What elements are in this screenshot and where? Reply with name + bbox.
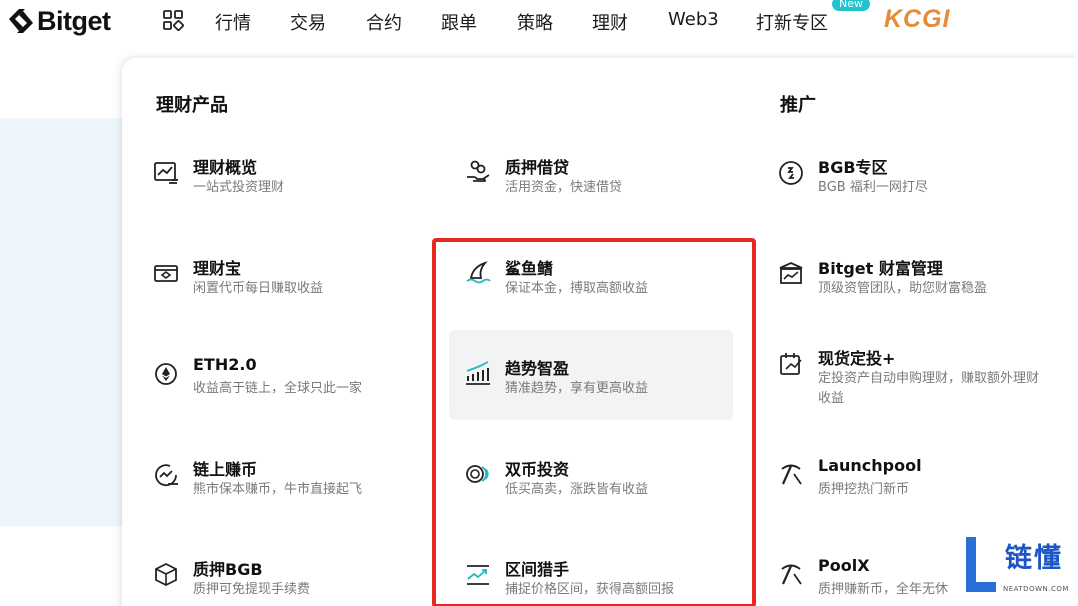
item-desc: 低买高卖，涨跌皆有收益 — [505, 482, 649, 497]
watermark: 链懂 NEATDOWN.COM — [963, 534, 1078, 606]
nav-item-trade[interactable]: 交易 — [290, 9, 326, 35]
item-title: 区间猎手 — [505, 560, 570, 579]
item-desc: 猜准趋势，享有更高收益 — [505, 381, 649, 396]
menu-item-range-hunter[interactable]: 区间猎手 捕捉价格区间，获得高额回报 — [464, 556, 754, 606]
menu-item-trend-earn[interactable]: 趋势智盈 猜准趋势，享有更高收益 — [464, 355, 754, 425]
item-title: PoolX — [818, 556, 870, 575]
watermark-text: 链懂 — [1005, 543, 1063, 574]
item-title: 质押借贷 — [505, 158, 570, 177]
menu-item-crypto-loan[interactable]: 质押借贷 活用资金，快速借贷 — [464, 154, 754, 224]
new-badge: New — [832, 0, 870, 11]
onchain-earn-icon — [152, 460, 180, 488]
apps-grid-icon[interactable] — [162, 9, 184, 31]
trend-bars-icon — [464, 359, 492, 387]
item-desc: 质押赚新币，全年无休 — [818, 582, 949, 597]
nav-item-strategy[interactable]: 策略 — [517, 9, 553, 35]
item-desc: 收益高于链上，全球只此一家 — [193, 381, 363, 396]
nav-item-earn[interactable]: 理财 — [592, 9, 628, 35]
bitget-logo-icon — [9, 9, 33, 33]
item-desc: 定投资产自动申购理财，赚取额外理财收益 — [818, 371, 1040, 406]
item-title: Bitget 财富管理 — [818, 259, 943, 278]
stake-cube-icon — [152, 560, 180, 588]
item-title: 质押BGB — [193, 560, 263, 579]
menu-item-onchain-earn[interactable]: 链上赚币 熊市保本赚币，牛市直接起飞 — [152, 456, 442, 526]
item-title: BGB专区 — [818, 158, 888, 177]
nav-item-launchpad[interactable]: 打新专区 — [756, 9, 828, 35]
column-title-promotion: 推广 — [780, 95, 816, 116]
item-desc: BGB 福利一网打尽 — [818, 180, 928, 195]
item-desc: 保证本金，搏取高额收益 — [505, 281, 649, 296]
item-desc: 活用资金，快速借贷 — [505, 180, 623, 195]
item-title: Launchpool — [818, 456, 922, 475]
nav-item-market[interactable]: 行情 — [215, 9, 251, 35]
chart-board-icon — [152, 158, 180, 186]
bgb-swap-icon — [777, 158, 805, 186]
item-title: 理财宝 — [193, 259, 242, 278]
pickaxe-icon — [777, 560, 805, 588]
item-desc: 闲置代币每日赚取收益 — [193, 281, 324, 296]
menu-item-launchpool[interactable]: Launchpool 质押挖热门新币 — [777, 456, 1067, 526]
item-title: 趋势智盈 — [505, 359, 570, 378]
watermark-url: NEATDOWN.COM — [1003, 585, 1069, 593]
item-desc: 质押可免提现手续费 — [193, 582, 311, 597]
watermark-logo-mark-base — [966, 582, 996, 592]
logo-text: Bitget — [37, 5, 111, 36]
bitget-logo[interactable]: Bitget — [6, 4, 111, 38]
nav-item-web3[interactable]: Web3 — [668, 9, 719, 30]
menu-item-earn-overview[interactable]: 理财概览 一站式投资理财 — [152, 154, 442, 224]
menu-item-bgb-zone[interactable]: BGB专区 BGB 福利一网打尽 — [777, 154, 1067, 224]
item-title: 理财概览 — [193, 158, 258, 177]
page-banner-background — [0, 118, 124, 526]
item-desc: 顶级资管团队，助您财富稳盈 — [818, 281, 988, 296]
menu-item-eth2[interactable]: ETH2.0 收益高于链上，全球只此一家 — [152, 355, 442, 425]
ethereum-icon — [152, 359, 180, 387]
item-desc: 一站式投资理财 — [193, 180, 285, 195]
item-title: ETH2.0 — [193, 355, 257, 374]
nav-item-copy-trading[interactable]: 跟单 — [441, 9, 477, 35]
item-title: 现货定投+ — [818, 349, 896, 368]
menu-item-spot-dca[interactable]: 现货定投+ 定投资产自动申购理财，赚取额外理财收益 — [777, 345, 1067, 425]
item-desc: 熊市保本赚币，牛市直接起飞 — [193, 482, 363, 497]
shark-fin-icon — [464, 259, 492, 287]
kcgi-logo[interactable]: KCGI — [884, 5, 951, 34]
wallet-icon — [152, 259, 180, 287]
loan-hand-icon — [464, 158, 492, 186]
nav-item-futures[interactable]: 合约 — [366, 9, 402, 35]
menu-item-savings[interactable]: 理财宝 闲置代币每日赚取收益 — [152, 255, 442, 325]
column-title-products: 理财产品 — [156, 95, 228, 116]
item-title: 鲨鱼鳍 — [505, 259, 554, 278]
calendar-invest-icon — [777, 349, 805, 377]
item-desc: 质押挖热门新币 — [818, 482, 910, 497]
menu-item-dual-investment[interactable]: 双币投资 低买高卖，涨跌皆有收益 — [464, 456, 754, 526]
item-desc: 捕捉价格区间，获得高额回报 — [505, 582, 675, 597]
bank-chart-icon — [777, 259, 805, 287]
item-title: 链上赚币 — [193, 460, 258, 479]
menu-item-stake-bgb[interactable]: 质押BGB 质押可免提现手续费 — [152, 556, 442, 606]
item-title: 双币投资 — [505, 460, 570, 479]
range-chart-icon — [464, 560, 492, 588]
pickaxe-icon — [777, 460, 805, 488]
menu-item-shark-fin[interactable]: 鲨鱼鳍 保证本金，搏取高额收益 — [464, 255, 754, 325]
menu-item-wealth-management[interactable]: Bitget 财富管理 顶级资管团队，助您财富稳盈 — [777, 255, 1067, 325]
top-nav: Bitget 行情 交易 合约 跟单 策略 理财 Web3 打新专区 New K… — [0, 0, 1078, 44]
dual-coin-icon — [464, 460, 492, 488]
